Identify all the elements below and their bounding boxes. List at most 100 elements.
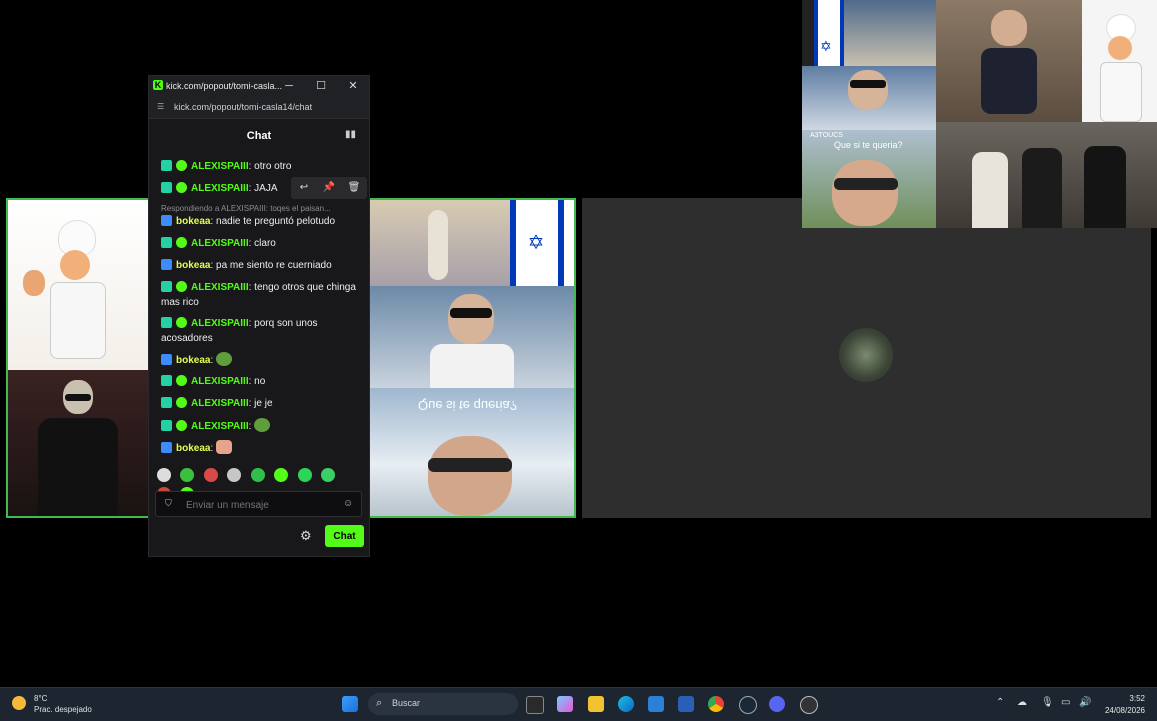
weather-temp: 8°C [34,694,48,703]
moderator-badge-icon [161,317,172,328]
moderator-badge-icon [161,375,172,386]
avatar [839,328,893,382]
send-chat-button[interactable]: Chat [325,525,364,547]
chat-header: Chat ▮▮ [149,119,369,149]
steam-icon[interactable] [739,696,757,714]
chat-username[interactable]: ALEXISPAIII [191,238,249,249]
video-tile-center[interactable]: ✡ Que si te queria? [366,198,576,518]
hand-emote-icon [216,440,233,454]
tray-chevron-icon[interactable]: ⌃ [996,697,1004,708]
shield-icon[interactable]: ⛉ [165,498,175,508]
site-info-icon[interactable]: ☰ [157,102,167,111]
word-icon[interactable] [678,696,694,712]
kick-logo-icon: K [153,80,163,90]
chat-username[interactable]: bokeaa [176,260,210,271]
pepe-emote-icon [254,418,271,432]
chat-message[interactable]: bokeaa: [161,352,357,368]
window-titlebar[interactable]: K kick.com/popout/tomi-casla... ─ ☐ ✕ [149,76,369,96]
widgets-icon[interactable] [557,696,573,712]
file-explorer-icon[interactable] [588,696,604,712]
chat-username[interactable]: ALEXISPAIII [191,376,249,387]
emote-icon[interactable] [227,468,242,482]
verified-badge-icon [176,281,187,292]
chat-title: Chat [246,130,272,142]
emote-icon[interactable] [250,468,265,482]
chat-username[interactable]: ALEXISPAIII [191,161,249,172]
pin-icon[interactable]: 📌 [322,181,336,195]
network-icon[interactable]: ▭ [1061,697,1070,708]
sunglasses-closeup-image: A3TOUCS Que si te queria? [802,130,936,228]
emote-icon[interactable] [321,468,336,482]
emote-icon[interactable] [180,468,195,482]
chat-username[interactable]: ALEXISPAIII [191,318,249,329]
chat-username[interactable]: ALEXISPAIII [191,183,249,194]
boy-selfie-image [802,66,936,130]
verified-badge-icon [176,160,187,171]
moderator-badge-icon [161,182,172,193]
minimize-icon[interactable]: ─ [281,78,297,94]
app-icon[interactable] [800,696,818,714]
taskbar-search[interactable]: ⌕ Buscar [368,693,518,715]
chat-username[interactable]: ALEXISPAIII [191,282,249,293]
israel-flag-small-image: ✡ [814,0,844,66]
chat-message[interactable]: ALEXISPAIII: je je [161,396,357,411]
chat-message[interactable]: ALEXISPAIII: [161,418,357,434]
volume-icon[interactable]: 🔊 [1079,697,1091,708]
edge-browser-icon[interactable] [618,696,634,712]
maximize-icon[interactable]: ☐ [313,78,329,94]
chat-text: : otro otro [248,161,292,172]
cloud-icon[interactable]: ☁ [1017,697,1027,708]
delete-icon[interactable]: 🗑 [347,181,361,195]
chat-message[interactable]: bokeaa: pa me siento re cuerniado [161,258,357,273]
start-windows-icon[interactable] [342,696,358,712]
video-tile-left[interactable] [6,198,151,518]
weather-icon[interactable] [12,696,26,710]
moderator-badge-icon [161,397,172,408]
emote-icon[interactable] [297,468,312,482]
verified-badge-icon [176,420,187,431]
close-icon[interactable]: ✕ [345,78,361,94]
store-icon[interactable] [648,696,664,712]
discord-icon[interactable] [769,696,785,712]
emote-icon[interactable] [274,468,289,482]
weather-widget[interactable]: 8°C Prac. despejado [34,694,92,714]
young-man-sunglasses-image [368,286,574,388]
system-clock[interactable]: 3:52 24/08/2026 [1105,693,1145,717]
address-bar[interactable]: ☰ kick.com/popout/tomi-casla14/chat [149,96,369,119]
chat-message[interactable]: bokeaa: [161,440,357,456]
video-tile-right[interactable] [582,198,1151,518]
chat-username[interactable]: bokeaa [176,216,210,227]
chrome-icon[interactable] [708,696,724,712]
chat-popout-window[interactable]: K kick.com/popout/tomi-casla... ─ ☐ ✕ ☰ … [148,75,370,557]
users-icon[interactable]: ▮▮ [345,129,357,141]
chat-message[interactable]: ALEXISPAIII: otro otro [161,159,357,174]
microphone-icon[interactable]: 🎙 [1041,697,1054,708]
chat-username[interactable]: bokeaa [176,443,210,454]
emote-icon[interactable] [157,468,171,482]
chat-message[interactable]: ALEXISPAIII: tengo otros que chinga mas … [161,280,357,310]
chat-username[interactable]: ALEXISPAIII [191,421,249,432]
chat-message[interactable]: bokeaa: nadie te preguntó pelotudo [161,214,357,229]
chat-message[interactable]: ALEXISPAIII: porq son unos acosadores [161,316,357,346]
chat-message-input[interactable] [184,497,338,513]
sky-selfie-image: Que si te queria? [368,388,574,516]
message-actions: ↩ 📌 🗑 [291,177,367,199]
chat-username[interactable]: ALEXISPAIII [191,398,249,409]
search-label: Buscar [392,698,421,708]
chat-message[interactable]: ALEXISPAIII: no [161,374,357,389]
settings-gear-icon[interactable]: ⚙ [300,529,314,543]
chat-text: : pa me siento re cuerniado [210,260,332,271]
chat-username[interactable]: bokeaa [176,355,210,366]
emote-icon[interactable] [203,468,218,482]
pepe-emote-icon [216,352,233,366]
chat-text: : [248,421,252,432]
collage-top-right: ✡ A3TOUCS Que si te queria? [802,0,1157,228]
chat-message[interactable]: ALEXISPAIII: claro [161,236,357,251]
emoji-picker-icon[interactable]: ☺ [343,498,353,509]
man-in-black-jacket-image [8,370,149,516]
reply-icon[interactable]: ↩ [297,181,311,195]
task-view-icon[interactable] [526,696,544,714]
verified-badge-icon [176,182,187,193]
verified-badge-icon [176,237,187,248]
chat-text: : JAJA [248,183,278,194]
